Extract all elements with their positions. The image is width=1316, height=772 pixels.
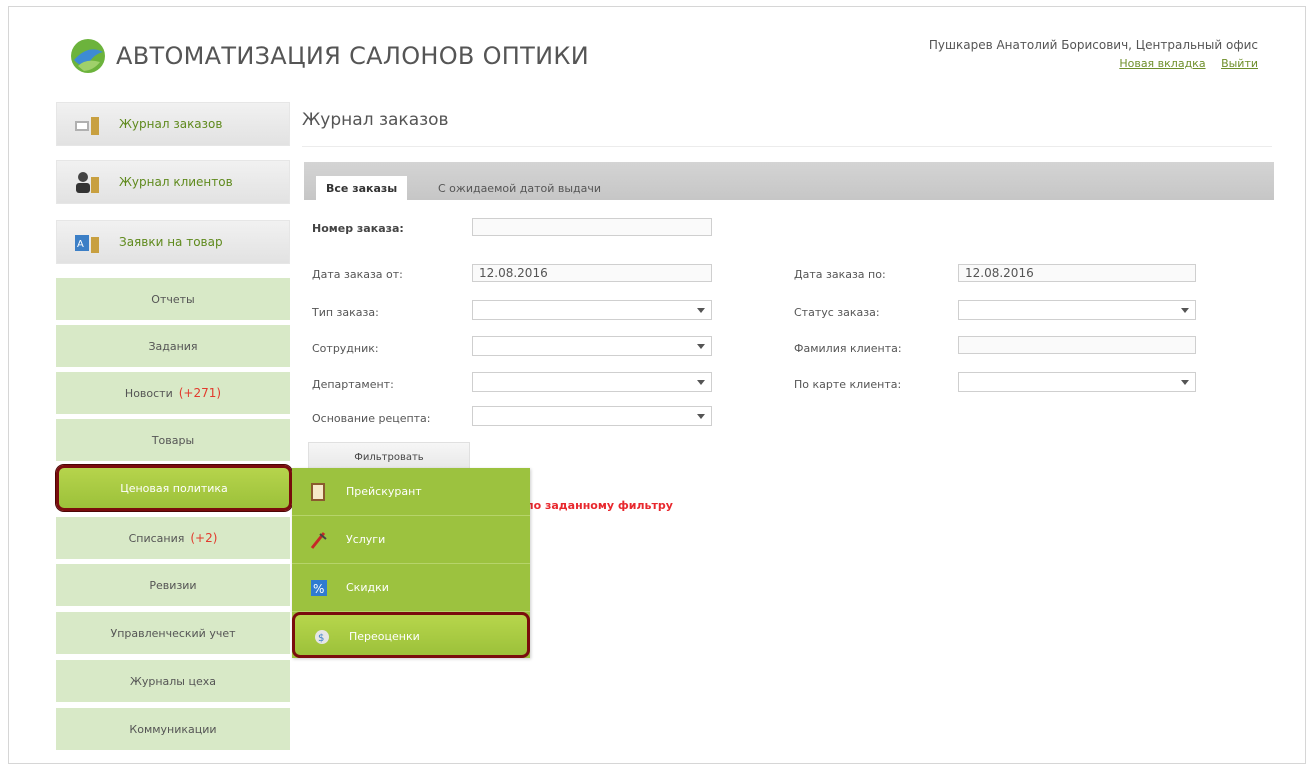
employee-label: Сотрудник: (312, 342, 379, 355)
date-from-input[interactable] (472, 264, 712, 282)
order-number-input[interactable] (472, 218, 712, 236)
sidebar-item-news[interactable]: Новости (+271) (56, 372, 290, 414)
prescription-select[interactable] (472, 406, 712, 426)
orders-journal-icon (75, 117, 99, 135)
sidebar-item-orders-journal[interactable]: Журнал заказов (56, 102, 290, 146)
sidebar-item-label: Ревизии (149, 578, 197, 592)
sidebar-item-label: Управленческий учет (110, 626, 236, 640)
sidebar-item-label: Новости (124, 386, 173, 400)
sidebar-item-label: Товары (151, 433, 195, 447)
submenu-item-label: Переоценки (349, 630, 420, 643)
submenu-item-label: Прейскурант (346, 485, 422, 498)
clients-journal-icon (76, 172, 99, 193)
date-to-label: Дата заказа по: (794, 268, 886, 281)
order-status-select[interactable] (958, 300, 1196, 320)
page-title: Журнал заказов (302, 110, 449, 130)
employee-select[interactable] (472, 336, 712, 356)
department-select[interactable] (472, 372, 712, 392)
logout-link[interactable]: Выйти (1221, 57, 1258, 70)
header-links: Новая вкладка Выйти (1107, 57, 1258, 70)
prescription-label: Основание рецепта: (312, 412, 431, 425)
sidebar-item-tasks[interactable]: Задания (56, 325, 290, 367)
svg-text:%: % (313, 582, 324, 596)
order-type-select[interactable] (472, 300, 712, 320)
sidebar-item-write-offs[interactable]: Списания (+2) (56, 517, 290, 559)
sidebar-item-label: Журнал клиентов (119, 175, 233, 189)
date-from-label: Дата заказа от: (312, 268, 403, 281)
submenu-item-discounts[interactable]: % Скидки (292, 564, 530, 612)
tab-all-orders[interactable]: Все заказы (316, 176, 408, 200)
date-to-input[interactable] (958, 264, 1196, 282)
client-card-label: По карте клиента: (794, 378, 902, 391)
submenu-item-revaluations[interactable]: $ Переоценки (292, 612, 530, 658)
svg-text:$: $ (318, 633, 324, 644)
price-list-icon (311, 483, 325, 501)
sidebar-item-clients-journal[interactable]: Журнал клиентов (56, 160, 290, 204)
write-offs-count-badge: (+2) (190, 531, 218, 545)
chevron-down-icon (697, 344, 705, 349)
chevron-down-icon (697, 380, 705, 385)
chevron-down-icon (1181, 380, 1189, 385)
sidebar-item-management-accounting[interactable]: Управленческий учет (56, 612, 290, 654)
order-type-label: Тип заказа: (312, 306, 379, 319)
svg-text:A: A (77, 239, 84, 250)
department-label: Департамент: (312, 378, 394, 391)
sidebar-item-label: Списания (128, 531, 185, 545)
chevron-down-icon (697, 414, 705, 419)
sidebar-item-label: Заявки на товар (119, 235, 223, 249)
revaluations-icon: $ (315, 630, 329, 644)
submenu-item-price-list[interactable]: Прейскурант (292, 468, 530, 516)
discounts-icon: % (311, 580, 327, 596)
sidebar-item-label: Коммуникации (129, 722, 217, 736)
tab-expected-date[interactable]: С ожидаемой датой выдачи (428, 176, 611, 200)
news-count-badge: (+271) (178, 386, 222, 400)
sidebar-item-pricing-policy[interactable]: Ценовая политика (56, 465, 292, 511)
user-name: Пушкарев Анатолий Борисович, Центральный… (928, 38, 1258, 52)
sidebar-item-revisions[interactable]: Ревизии (56, 564, 290, 606)
sidebar-item-communications[interactable]: Коммуникации (56, 708, 290, 750)
sidebar-item-product-requests[interactable]: A Заявки на товар (56, 220, 290, 264)
order-number-label: Номер заказа: (312, 222, 404, 235)
sidebar-item-label: Журналы цеха (130, 674, 216, 688)
sidebar-item-workshop-journals[interactable]: Журналы цеха (56, 660, 290, 702)
app-title: АВТОМАТИЗАЦИЯ САЛОНОВ ОПТИКИ (116, 42, 589, 70)
sidebar-item-label: Отчеты (151, 292, 195, 306)
submenu-item-label: Скидки (346, 581, 389, 594)
product-requests-icon: A (75, 235, 99, 253)
client-surname-input[interactable] (958, 336, 1196, 354)
sidebar-item-label: Журнал заказов (119, 117, 223, 131)
submenu-item-services[interactable]: Услуги (292, 516, 530, 564)
tab-bar: Все заказы С ожидаемой датой выдачи (304, 162, 1274, 200)
client-surname-label: Фамилия клиента: (794, 342, 902, 355)
chevron-down-icon (697, 308, 705, 313)
sidebar-item-goods[interactable]: Товары (56, 419, 290, 461)
submenu-item-label: Услуги (346, 533, 386, 546)
sidebar-item-label: Ценовая политика (120, 481, 228, 495)
no-results-message: по заданному фильтру (526, 499, 673, 512)
sidebar-item-reports[interactable]: Отчеты (56, 278, 290, 320)
pricing-policy-submenu: Прейскурант Услуги % Скидки $ Переоценки (292, 468, 530, 658)
sidebar-item-label: Задания (148, 339, 198, 353)
logo-icon (71, 39, 105, 73)
new-tab-link[interactable]: Новая вкладка (1119, 57, 1205, 70)
title-divider (302, 146, 1272, 147)
chevron-down-icon (1181, 308, 1189, 313)
services-icon (310, 532, 327, 549)
order-status-label: Статус заказа: (794, 306, 880, 319)
client-card-select[interactable] (958, 372, 1196, 392)
